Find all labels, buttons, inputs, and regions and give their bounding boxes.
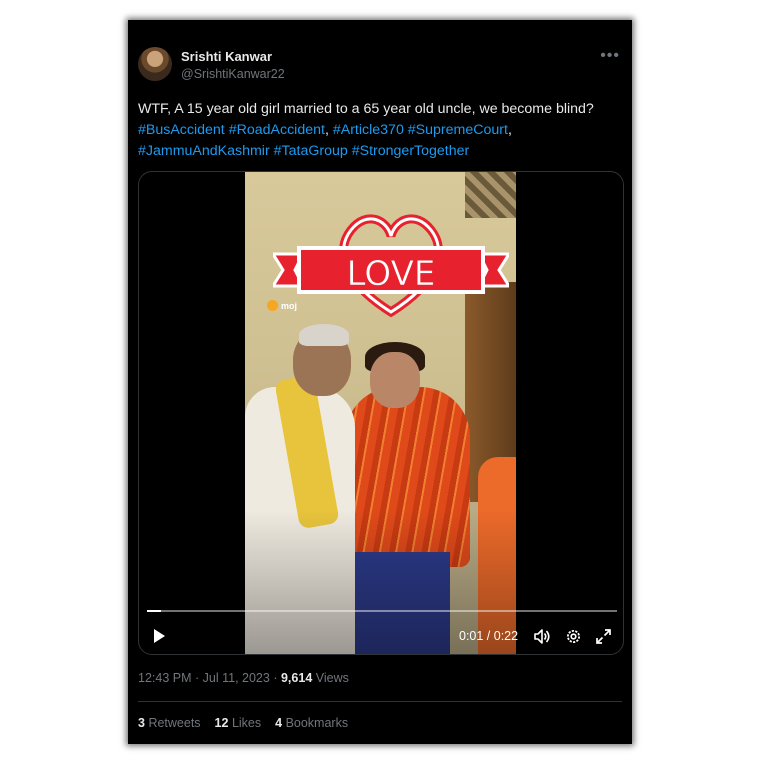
moj-logo-icon xyxy=(267,300,278,311)
bookmarks-count: 4 xyxy=(275,716,283,730)
bookmarks-stat[interactable]: 4 Bookmarks xyxy=(275,716,348,730)
expand-icon[interactable] xyxy=(595,628,612,645)
tweet-date[interactable]: Jul 11, 2023 xyxy=(203,671,270,685)
meta-separator: · xyxy=(195,671,200,685)
play-icon[interactable] xyxy=(151,628,167,644)
tweet-time[interactable]: 12:43 PM xyxy=(138,671,192,685)
hashtag-link[interactable]: #TataGroup xyxy=(274,143,348,159)
video-progress-fill xyxy=(147,610,162,612)
volume-icon[interactable] xyxy=(534,628,551,645)
gear-icon[interactable] xyxy=(565,628,582,645)
author-handle[interactable]: @SrishtiKanwar22 xyxy=(181,67,285,81)
retweets-stat[interactable]: 3 Retweets xyxy=(138,716,201,730)
hashtag-link[interactable]: #SupremeCourt xyxy=(408,122,508,138)
tweet-card: Srishti Kanwar @SrishtiKanwar22 ••• WTF,… xyxy=(128,20,632,744)
video-time: 0:01 / 0:22 xyxy=(459,629,519,643)
tweet-stats: 3 Retweets 12 Likes 4 Bookmarks xyxy=(138,716,348,730)
moj-label: moj xyxy=(281,300,298,311)
author-name[interactable]: Srishti Kanwar xyxy=(181,49,272,64)
retweets-count: 3 xyxy=(138,716,145,730)
more-options-icon[interactable]: ••• xyxy=(600,47,620,65)
likes-count: 12 xyxy=(214,716,229,730)
tweet-text-line: WTF, A 15 year old girl married to a 65 … xyxy=(138,101,594,117)
hashtag-line: #JammuAndKashmir #TataGroup #StrongerTog… xyxy=(138,141,624,162)
comma: , xyxy=(324,122,329,138)
meta-separator: · xyxy=(273,671,278,685)
hashtag-line: #BusAccident #RoadAccident, #Article370 … xyxy=(138,120,624,141)
likes-stat[interactable]: 12 Likes xyxy=(215,716,262,730)
tweet-text: WTF, A 15 year old girl married to a 65 … xyxy=(138,99,624,162)
moj-watermark: moj xyxy=(267,300,297,311)
tweet-meta: 12:43 PM · Jul 11, 2023 · 9,614 Views xyxy=(138,671,349,685)
hashtag-link[interactable]: #BusAccident xyxy=(138,122,225,138)
video-player[interactable]: LOVE moj 0:01 / 0:22 xyxy=(138,171,624,655)
hashtag-link[interactable]: #StrongerTogether xyxy=(352,143,470,159)
hashtag-link[interactable]: #Article370 xyxy=(333,122,404,138)
comma: , xyxy=(507,122,512,138)
divider xyxy=(138,701,622,702)
love-heart-sticker: LOVE xyxy=(273,214,509,318)
bookmarks-label: Bookmarks xyxy=(285,716,349,730)
hashtag-link[interactable]: #JammuAndKashmir xyxy=(138,143,270,159)
love-text: LOVE xyxy=(347,254,436,294)
video-progress-bar[interactable] xyxy=(147,610,617,612)
views-label: Views xyxy=(315,671,349,685)
retweets-label: Retweets xyxy=(148,716,201,730)
avatar[interactable] xyxy=(138,47,172,81)
video-frame[interactable]: LOVE moj xyxy=(245,172,516,654)
hashtag-link[interactable]: #RoadAccident xyxy=(229,122,325,138)
views-count: 9,614 xyxy=(280,671,313,685)
likes-label: Likes xyxy=(231,716,262,730)
